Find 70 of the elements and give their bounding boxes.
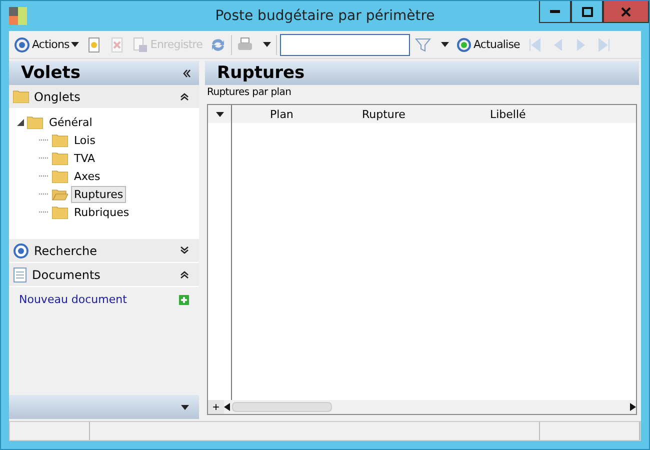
dropdown-caret-icon: [71, 42, 80, 47]
column-header[interactable]: Libellé: [452, 105, 592, 123]
app-logo-icon: [9, 7, 27, 25]
tree-item[interactable]: Rubriques: [71, 204, 132, 220]
tree-line: [39, 157, 49, 159]
last-icon: [598, 38, 610, 51]
search-field[interactable]: [280, 34, 410, 56]
new-document-link[interactable]: Nouveau document: [19, 293, 127, 306]
scroll-right-icon[interactable]: [630, 403, 636, 411]
folder-icon: [52, 152, 68, 164]
dropdown-caret-icon: [181, 404, 189, 410]
column-header[interactable]: Plan: [232, 105, 324, 123]
first-icon: [529, 38, 540, 51]
reload-icon: [456, 38, 470, 52]
section-header[interactable]: Documents: [9, 263, 199, 287]
new-document-icon: [88, 37, 100, 52]
tree-line: [39, 211, 49, 213]
folder-icon: [13, 90, 29, 103]
collapse-pane-icon[interactable]: [182, 68, 191, 78]
target-icon: [13, 242, 29, 258]
folder-icon: [52, 206, 68, 218]
add-icon[interactable]: [179, 294, 189, 304]
previous-icon: [554, 38, 562, 50]
actions-menu-button[interactable]: Actions: [12, 34, 82, 56]
sidebar-title: Volets: [21, 63, 81, 83]
dropdown-caret-icon: [262, 42, 270, 47]
document-icon: [13, 266, 27, 282]
group-title: Ruptures par plan: [206, 86, 292, 98]
target-icon: [14, 37, 30, 52]
folder-icon: [52, 170, 68, 182]
minimize-icon: [550, 10, 560, 13]
save-icon: [134, 37, 148, 52]
column-chooser-icon: [216, 112, 224, 116]
refresh-icon: [212, 38, 224, 50]
maximize-button[interactable]: [571, 1, 603, 23]
add-row-button[interactable]: +: [208, 400, 224, 414]
dropdown-caret-icon: [440, 42, 448, 47]
expand-icon[interactable]: [180, 246, 189, 255]
next-icon: [576, 38, 585, 50]
collapse-icon[interactable]: [180, 92, 189, 101]
close-icon: [621, 6, 631, 16]
folder-icon: [27, 116, 43, 128]
column-header[interactable]: Rupture: [324, 105, 452, 123]
content-title: Ruptures: [217, 63, 305, 83]
section-title: Documents: [32, 268, 102, 282]
maximize-icon: [582, 6, 592, 16]
tree-item[interactable]: Ruptures: [71, 186, 126, 202]
tree-line: [39, 139, 49, 141]
close-button[interactable]: [603, 1, 649, 23]
section-header[interactable]: Recherche: [9, 239, 199, 263]
tree-item[interactable]: Axes: [71, 168, 104, 184]
printer-icon: [238, 37, 252, 50]
filter-icon: [414, 38, 430, 52]
tree-item[interactable]: Général: [46, 114, 96, 130]
tree-line: [39, 175, 49, 177]
expander-icon[interactable]: [17, 118, 24, 126]
reload-button[interactable]: Actualise: [454, 34, 522, 56]
window-title: Poste budgétaire par périmètre: [214, 8, 436, 24]
section-title: Onglets: [34, 90, 82, 104]
tree-item[interactable]: Lois: [71, 132, 98, 148]
tree-line: [39, 193, 49, 195]
minimize-button[interactable]: [539, 1, 571, 23]
delete-icon: [112, 37, 123, 52]
tree-item[interactable]: TVA: [71, 150, 98, 166]
horizontal-scrollbar[interactable]: [224, 401, 636, 413]
section-title: Recherche: [34, 244, 98, 258]
section-header[interactable]: Onglets: [9, 85, 199, 109]
folder-icon: [52, 134, 68, 146]
collapse-icon[interactable]: [180, 270, 189, 279]
folder-icon: [52, 188, 68, 200]
